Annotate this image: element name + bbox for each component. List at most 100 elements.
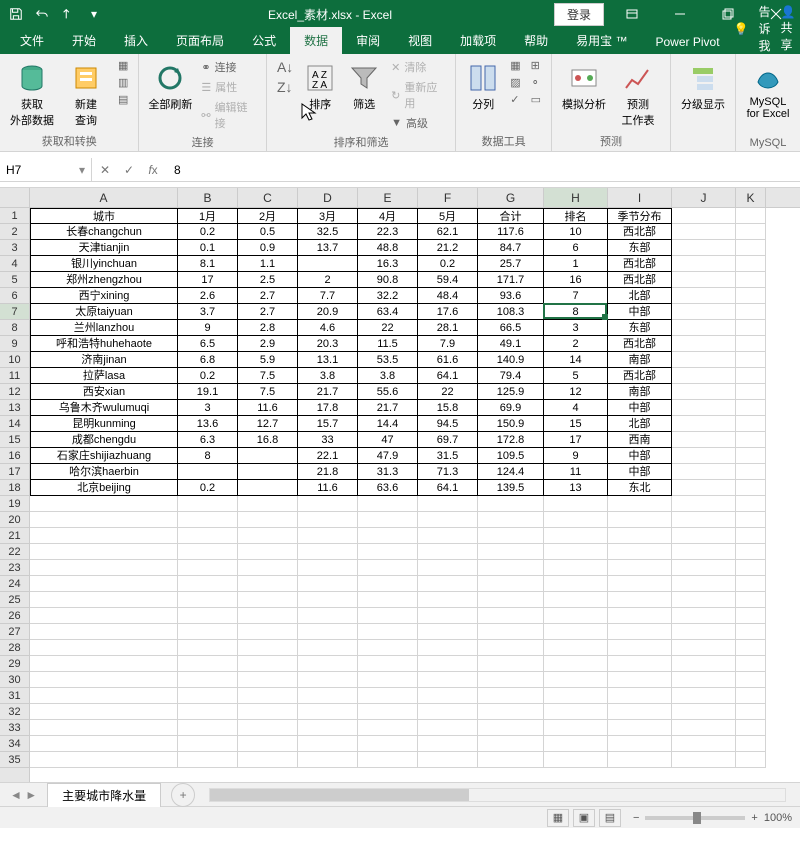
cell-D24[interactable] bbox=[298, 576, 358, 592]
cell-G32[interactable] bbox=[478, 704, 544, 720]
cell-F22[interactable] bbox=[418, 544, 478, 560]
cell-E5[interactable]: 90.8 bbox=[358, 272, 418, 288]
cell-J3[interactable] bbox=[672, 240, 736, 256]
cell-B32[interactable] bbox=[178, 704, 238, 720]
cell-K20[interactable] bbox=[736, 512, 766, 528]
cell-G33[interactable] bbox=[478, 720, 544, 736]
cell-B8[interactable]: 9 bbox=[178, 320, 238, 336]
cell-J20[interactable] bbox=[672, 512, 736, 528]
cell-J31[interactable] bbox=[672, 688, 736, 704]
cell-B11[interactable]: 0.2 bbox=[178, 368, 238, 384]
cell-J16[interactable] bbox=[672, 448, 736, 464]
cell-K8[interactable] bbox=[736, 320, 766, 336]
cell-K15[interactable] bbox=[736, 432, 766, 448]
cell-G20[interactable] bbox=[478, 512, 544, 528]
cell-K13[interactable] bbox=[736, 400, 766, 416]
cell-H8[interactable]: 3 bbox=[544, 320, 608, 336]
cell-K23[interactable] bbox=[736, 560, 766, 576]
cell-H31[interactable] bbox=[544, 688, 608, 704]
cell-D11[interactable]: 3.8 bbox=[298, 368, 358, 384]
cell-C24[interactable] bbox=[238, 576, 298, 592]
tell-me-icon[interactable]: 💡 bbox=[734, 22, 749, 36]
cell-H12[interactable]: 12 bbox=[544, 384, 608, 400]
cell-I30[interactable] bbox=[608, 672, 672, 688]
cell-B5[interactable]: 17 bbox=[178, 272, 238, 288]
cell-K24[interactable] bbox=[736, 576, 766, 592]
tab-加载项[interactable]: 加载项 bbox=[446, 27, 510, 54]
cell-K27[interactable] bbox=[736, 624, 766, 640]
cell-C19[interactable] bbox=[238, 496, 298, 512]
cell-G18[interactable]: 139.5 bbox=[478, 480, 544, 496]
cell-F3[interactable]: 21.2 bbox=[418, 240, 478, 256]
cell-A29[interactable] bbox=[30, 656, 178, 672]
tab-帮助[interactable]: 帮助 bbox=[510, 27, 562, 54]
cell-J19[interactable] bbox=[672, 496, 736, 512]
cell-A20[interactable] bbox=[30, 512, 178, 528]
name-box[interactable]: H7 ▾ bbox=[0, 158, 92, 181]
cell-C13[interactable]: 11.6 bbox=[238, 400, 298, 416]
cell-E11[interactable]: 3.8 bbox=[358, 368, 418, 384]
cell-E14[interactable]: 14.4 bbox=[358, 416, 418, 432]
cell-H13[interactable]: 4 bbox=[544, 400, 608, 416]
cell-J6[interactable] bbox=[672, 288, 736, 304]
cell-K32[interactable] bbox=[736, 704, 766, 720]
cell-E17[interactable]: 31.3 bbox=[358, 464, 418, 480]
cell-I27[interactable] bbox=[608, 624, 672, 640]
cell-J17[interactable] bbox=[672, 464, 736, 480]
ribbon-options-icon[interactable] bbox=[612, 0, 652, 28]
cell-B18[interactable]: 0.2 bbox=[178, 480, 238, 496]
cell-I18[interactable]: 东北 bbox=[608, 480, 672, 496]
row-header-32[interactable]: 32 bbox=[0, 704, 29, 720]
cell-B6[interactable]: 2.6 bbox=[178, 288, 238, 304]
cell-I26[interactable] bbox=[608, 608, 672, 624]
cell-J18[interactable] bbox=[672, 480, 736, 496]
cell-K29[interactable] bbox=[736, 656, 766, 672]
cell-F25[interactable] bbox=[418, 592, 478, 608]
cell-J26[interactable] bbox=[672, 608, 736, 624]
cell-I10[interactable]: 南部 bbox=[608, 352, 672, 368]
cell-K35[interactable] bbox=[736, 752, 766, 768]
row-header-16[interactable]: 16 bbox=[0, 448, 29, 464]
cell-I12[interactable]: 南部 bbox=[608, 384, 672, 400]
cell-D8[interactable]: 4.6 bbox=[298, 320, 358, 336]
cell-H30[interactable] bbox=[544, 672, 608, 688]
cell-J35[interactable] bbox=[672, 752, 736, 768]
cell-I28[interactable] bbox=[608, 640, 672, 656]
cell-B19[interactable] bbox=[178, 496, 238, 512]
cell-E28[interactable] bbox=[358, 640, 418, 656]
cell-I7[interactable]: 中部 bbox=[608, 304, 672, 320]
cell-D33[interactable] bbox=[298, 720, 358, 736]
row-header-30[interactable]: 30 bbox=[0, 672, 29, 688]
cell-E27[interactable] bbox=[358, 624, 418, 640]
tab-Power Pivot[interactable]: Power Pivot bbox=[642, 30, 734, 54]
row-header-27[interactable]: 27 bbox=[0, 624, 29, 640]
cell-J28[interactable] bbox=[672, 640, 736, 656]
cell-D31[interactable] bbox=[298, 688, 358, 704]
col-header-E[interactable]: E bbox=[358, 188, 418, 207]
tab-公式[interactable]: 公式 bbox=[238, 27, 290, 54]
cell-K12[interactable] bbox=[736, 384, 766, 400]
cell-C8[interactable]: 2.8 bbox=[238, 320, 298, 336]
cell-C6[interactable]: 2.7 bbox=[238, 288, 298, 304]
col-header-A[interactable]: A bbox=[30, 188, 178, 207]
cell-I11[interactable]: 西北部 bbox=[608, 368, 672, 384]
cell-A24[interactable] bbox=[30, 576, 178, 592]
cell-F28[interactable] bbox=[418, 640, 478, 656]
get-external-data-button[interactable]: 获取 外部数据 bbox=[8, 58, 56, 128]
cell-A14[interactable]: 昆明kunming bbox=[30, 416, 178, 432]
cell-B17[interactable] bbox=[178, 464, 238, 480]
cell-B14[interactable]: 13.6 bbox=[178, 416, 238, 432]
cell-G21[interactable] bbox=[478, 528, 544, 544]
cell-F10[interactable]: 61.6 bbox=[418, 352, 478, 368]
cancel-icon[interactable]: ✕ bbox=[96, 163, 114, 177]
share-button[interactable]: 👤 共享 bbox=[781, 5, 796, 53]
col-header-J[interactable]: J bbox=[672, 188, 736, 207]
outline-button[interactable]: 分级显示 bbox=[679, 58, 727, 112]
cell-B24[interactable] bbox=[178, 576, 238, 592]
cell-D9[interactable]: 20.3 bbox=[298, 336, 358, 352]
cell-D25[interactable] bbox=[298, 592, 358, 608]
cell-E35[interactable] bbox=[358, 752, 418, 768]
row-header-5[interactable]: 5 bbox=[0, 272, 29, 288]
cell-K6[interactable] bbox=[736, 288, 766, 304]
cell-E6[interactable]: 32.2 bbox=[358, 288, 418, 304]
